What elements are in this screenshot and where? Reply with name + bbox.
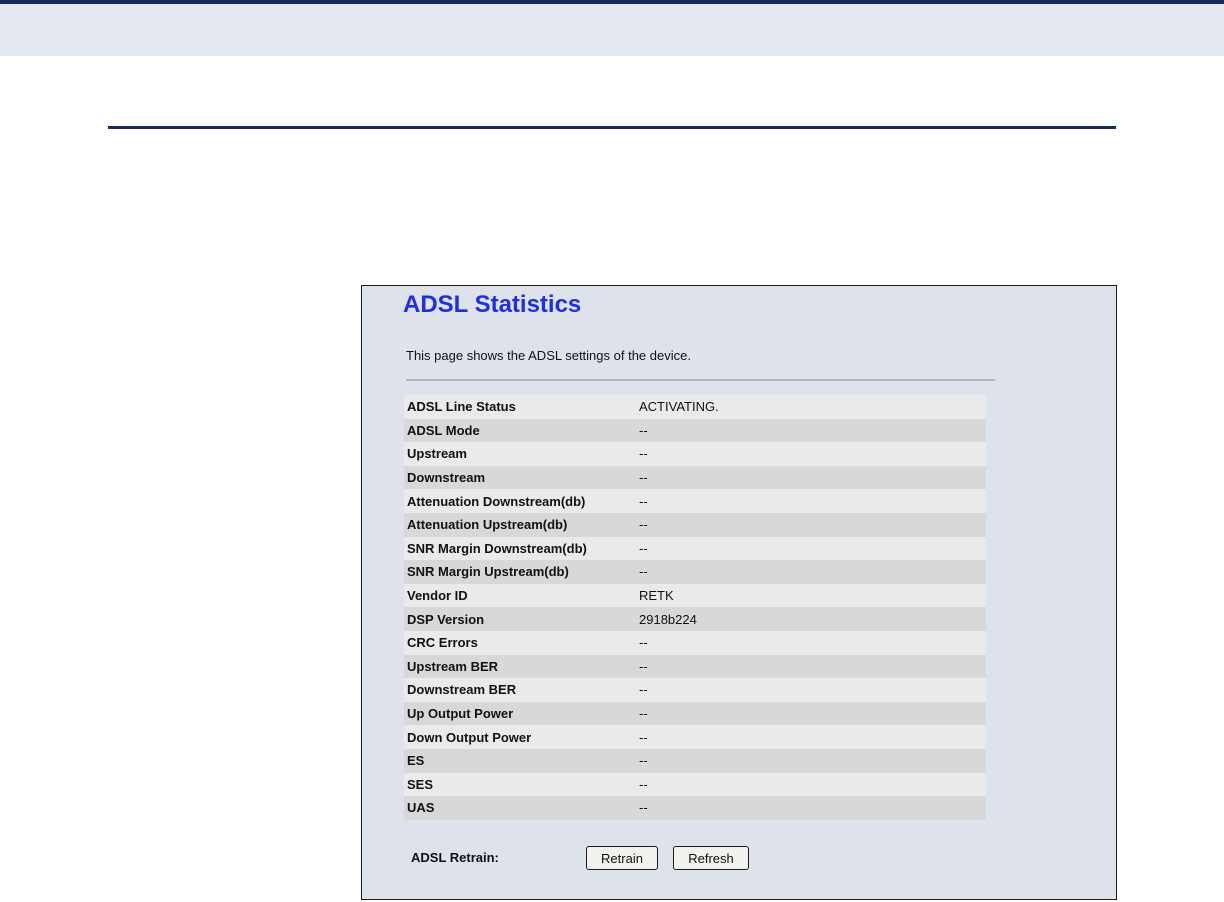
document-header-band xyxy=(0,0,1224,56)
stats-row: Attenuation Upstream(db) -- xyxy=(404,512,986,537)
stats-row: Upstream -- xyxy=(404,442,986,466)
stat-value: -- xyxy=(636,678,986,702)
stat-value: -- xyxy=(636,536,986,561)
stat-label: Up Output Power xyxy=(404,701,636,726)
description-divider xyxy=(406,379,995,381)
stat-value: -- xyxy=(636,725,986,749)
stat-label: ES xyxy=(404,748,636,773)
stat-label: ADSL Line Status xyxy=(404,395,636,419)
refresh-button[interactable]: Refresh xyxy=(673,846,749,870)
stat-value: -- xyxy=(636,748,986,773)
page-description: This page shows the ADSL settings of the… xyxy=(406,348,691,363)
stat-label: Vendor ID xyxy=(404,583,636,608)
retrain-button[interactable]: Retrain xyxy=(586,846,658,870)
stat-value: -- xyxy=(636,796,986,820)
stat-value: -- xyxy=(636,654,986,679)
stat-label: Attenuation Upstream(db) xyxy=(404,512,636,537)
stat-value: -- xyxy=(636,512,986,537)
stats-row: Downstream -- xyxy=(404,465,986,490)
stat-label: SES xyxy=(404,772,636,797)
stats-row: UAS -- xyxy=(404,796,986,820)
stat-value: -- xyxy=(636,418,986,443)
stats-row: Attenuation Downstream(db) -- xyxy=(404,489,986,513)
stat-label: Upstream BER xyxy=(404,654,636,679)
stat-label: CRC Errors xyxy=(404,630,636,655)
stat-value: -- xyxy=(636,442,986,466)
stats-row: ES -- xyxy=(404,748,986,773)
stats-row: SES -- xyxy=(404,772,986,797)
stat-label: Down Output Power xyxy=(404,725,636,749)
stat-value: -- xyxy=(636,630,986,655)
stat-value: -- xyxy=(636,772,986,797)
stat-label: UAS xyxy=(404,796,636,820)
stats-row: DSP Version 2918b224 xyxy=(404,607,986,631)
stat-value: RETK xyxy=(636,583,986,608)
stat-value: -- xyxy=(636,701,986,726)
stat-value: -- xyxy=(636,560,986,584)
stat-label: SNR Margin Upstream(db) xyxy=(404,560,636,584)
stats-row: CRC Errors -- xyxy=(404,630,986,655)
document-divider xyxy=(108,126,1116,129)
stats-row: Downstream BER -- xyxy=(404,678,986,702)
stat-label: Downstream BER xyxy=(404,678,636,702)
stat-label: DSP Version xyxy=(404,607,636,631)
page-title: ADSL Statistics xyxy=(403,291,582,318)
adsl-retrain-label: ADSL Retrain: xyxy=(411,850,499,865)
stats-row: SNR Margin Downstream(db) -- xyxy=(404,536,986,561)
stat-label: Downstream xyxy=(404,465,636,490)
stats-row: ADSL Line Status ACTIVATING. xyxy=(404,395,986,419)
adsl-statistics-panel: ADSL Statistics This page shows the ADSL… xyxy=(361,285,1117,900)
stat-value: 2918b224 xyxy=(636,607,986,631)
stats-row: ADSL Mode -- xyxy=(404,418,986,443)
stat-value: ACTIVATING. xyxy=(636,395,986,419)
stats-row: Up Output Power -- xyxy=(404,701,986,726)
adsl-stats-table: ADSL Line Status ACTIVATING. ADSL Mode -- Up… xyxy=(404,395,986,820)
stats-row: SNR Margin Upstream(db) -- xyxy=(404,560,986,584)
stats-row: Vendor ID RETK xyxy=(404,583,986,608)
stat-label: ADSL Mode xyxy=(404,418,636,443)
stat-value: -- xyxy=(636,489,986,513)
stat-label: SNR Margin Downstream(db) xyxy=(404,536,636,561)
stat-label: Upstream xyxy=(404,442,636,466)
adsl-stats-body: ADSL Line Status ACTIVATING. ADSL Mode -- Up… xyxy=(404,395,986,820)
stats-row: Upstream BER -- xyxy=(404,654,986,679)
stats-row: Down Output Power -- xyxy=(404,725,986,749)
stat-label: Attenuation Downstream(db) xyxy=(404,489,636,513)
stat-value: -- xyxy=(636,465,986,490)
